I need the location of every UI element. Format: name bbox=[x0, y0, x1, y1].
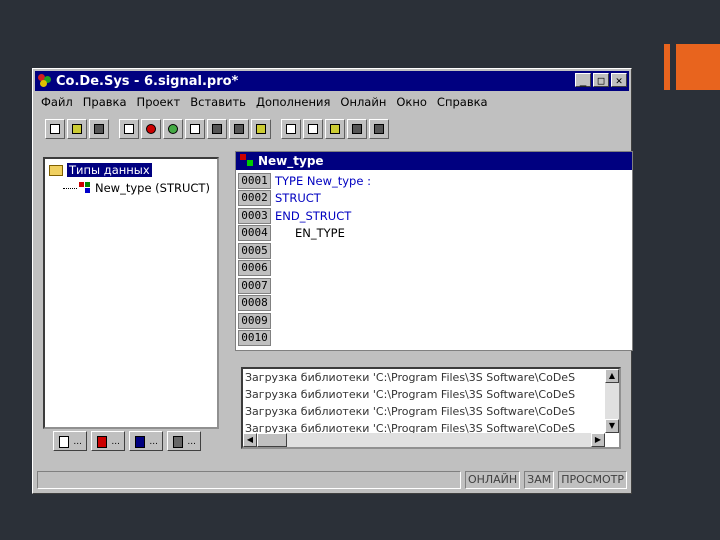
menu-window[interactable]: Окно bbox=[392, 93, 431, 111]
codesys-window: Co.De.Sys - 6.signal.pro* _ □ ✕ Файл Пра… bbox=[32, 68, 633, 494]
code-text: EN_TYPE bbox=[295, 226, 345, 241]
line-number: 0006 bbox=[238, 260, 271, 277]
code-line[interactable]: 0001 TYPE New_type : bbox=[238, 172, 630, 190]
tree-item-label: New_type (STRUCT) bbox=[95, 181, 210, 195]
code-text: END_STRUCT bbox=[275, 208, 352, 223]
line-number: 0004 bbox=[238, 225, 271, 242]
message-window: Загрузка библиотеки 'C:\Program Files\3S… bbox=[241, 367, 621, 449]
organizer-tabs: ... ... ... ... bbox=[53, 431, 205, 451]
line-number: 0008 bbox=[238, 295, 271, 312]
code-line[interactable]: 0010 bbox=[238, 330, 630, 348]
menu-project[interactable]: Проект bbox=[133, 93, 185, 111]
print-icon[interactable] bbox=[207, 119, 227, 139]
menu-online[interactable]: Онлайн bbox=[336, 93, 390, 111]
find-next-icon[interactable] bbox=[369, 119, 389, 139]
editor-titlebar[interactable]: New_type bbox=[236, 152, 632, 170]
menu-extras[interactable]: Дополнения bbox=[252, 93, 334, 111]
line-number: 0002 bbox=[238, 190, 271, 207]
code-line[interactable]: 0002 STRUCT bbox=[238, 190, 630, 208]
decor-bar bbox=[664, 44, 670, 90]
line-number: 0005 bbox=[238, 242, 271, 259]
tree-item-new-type[interactable]: New_type (STRUCT) bbox=[63, 181, 210, 195]
tab-resources[interactable]: ... bbox=[167, 431, 201, 451]
step-icon[interactable] bbox=[185, 119, 205, 139]
stop-icon[interactable] bbox=[141, 119, 161, 139]
code-line[interactable]: 0007 bbox=[238, 277, 630, 295]
menu-help[interactable]: Справка bbox=[433, 93, 492, 111]
vertical-scrollbar[interactable]: ▲ ▼ bbox=[605, 369, 619, 433]
open-folder-icon[interactable] bbox=[67, 119, 87, 139]
copy-icon[interactable] bbox=[303, 119, 323, 139]
code-line[interactable]: 0003 END_STRUCT bbox=[238, 207, 630, 225]
status-ovr: ЗАМ bbox=[524, 471, 555, 489]
find-replace-icon[interactable] bbox=[347, 119, 367, 139]
tab-data-types[interactable]: ... bbox=[91, 431, 125, 451]
code-line[interactable]: 0008 bbox=[238, 295, 630, 313]
status-bar: ОНЛАЙН ЗАМ ПРОСМОТР bbox=[37, 471, 627, 489]
app-logo-icon bbox=[38, 74, 52, 88]
line-number: 0007 bbox=[238, 277, 271, 294]
folder-open-icon bbox=[49, 164, 63, 176]
struct-icon bbox=[240, 154, 254, 168]
line-number: 0009 bbox=[238, 312, 271, 329]
cut-icon[interactable] bbox=[281, 119, 301, 139]
title-bar[interactable]: Co.De.Sys - 6.signal.pro* _ □ ✕ bbox=[35, 71, 629, 91]
line-number: 0001 bbox=[238, 172, 271, 189]
message-line: Загрузка библиотеки 'C:\Program Files\3S… bbox=[245, 371, 576, 384]
minimize-button[interactable]: _ bbox=[575, 73, 591, 87]
code-text: TYPE New_type : bbox=[275, 173, 371, 188]
new-file-icon[interactable] bbox=[45, 119, 65, 139]
print-preview-icon[interactable] bbox=[229, 119, 249, 139]
find-icon[interactable] bbox=[251, 119, 271, 139]
tab-visualizations[interactable]: ... bbox=[129, 431, 163, 451]
decor-square bbox=[676, 44, 720, 90]
scroll-thumb[interactable] bbox=[257, 433, 287, 447]
code-editor[interactable]: New_type 0001 TYPE New_type :0002 STRUCT 00… bbox=[235, 151, 633, 351]
status-readonly: ПРОСМОТР bbox=[558, 471, 627, 489]
line-number: 0010 bbox=[238, 330, 271, 347]
close-button[interactable]: ✕ bbox=[611, 73, 627, 87]
scroll-down-icon[interactable]: ▼ bbox=[605, 419, 619, 433]
window-title: Co.De.Sys - 6.signal.pro* bbox=[56, 73, 239, 89]
code-line[interactable]: 0005 bbox=[238, 242, 630, 260]
scroll-up-icon[interactable]: ▲ bbox=[605, 369, 619, 383]
horizontal-scrollbar[interactable]: ◀ ▶ bbox=[243, 433, 605, 447]
code-text: STRUCT bbox=[275, 191, 321, 206]
struct-icon bbox=[79, 182, 91, 194]
editor-title: New_type bbox=[258, 154, 324, 168]
code-line[interactable]: 0004 EN_TYPE bbox=[238, 225, 630, 243]
scroll-right-icon[interactable]: ▶ bbox=[591, 433, 605, 447]
tree-root-label: Типы данных bbox=[67, 163, 152, 177]
login-icon[interactable] bbox=[119, 119, 139, 139]
run-icon[interactable] bbox=[163, 119, 183, 139]
save-icon[interactable] bbox=[89, 119, 109, 139]
message-line: Загрузка библиотеки 'C:\Program Files\3S… bbox=[245, 405, 576, 418]
code-line[interactable]: 0006 bbox=[238, 260, 630, 278]
maximize-button[interactable]: □ bbox=[593, 73, 609, 87]
menu-insert[interactable]: Вставить bbox=[186, 93, 250, 111]
paste-icon[interactable] bbox=[325, 119, 345, 139]
toolbar bbox=[45, 117, 391, 141]
status-online: ОНЛАЙН bbox=[464, 471, 521, 489]
menu-bar: Файл Правка Проект Вставить Дополнения О… bbox=[37, 93, 494, 111]
tab-pous[interactable]: ... bbox=[53, 431, 87, 451]
message-line: Загрузка библиотеки 'C:\Program Files\3S… bbox=[245, 388, 576, 401]
menu-file[interactable]: Файл bbox=[37, 93, 77, 111]
status-main bbox=[37, 471, 461, 489]
object-organizer: Типы данных New_type (STRUCT) bbox=[43, 157, 219, 429]
tree-root-data-types[interactable]: Типы данных bbox=[49, 163, 152, 177]
code-line[interactable]: 0009 bbox=[238, 312, 630, 330]
menu-edit[interactable]: Правка bbox=[79, 93, 131, 111]
scroll-left-icon[interactable]: ◀ bbox=[243, 433, 257, 447]
line-number: 0003 bbox=[238, 207, 271, 224]
